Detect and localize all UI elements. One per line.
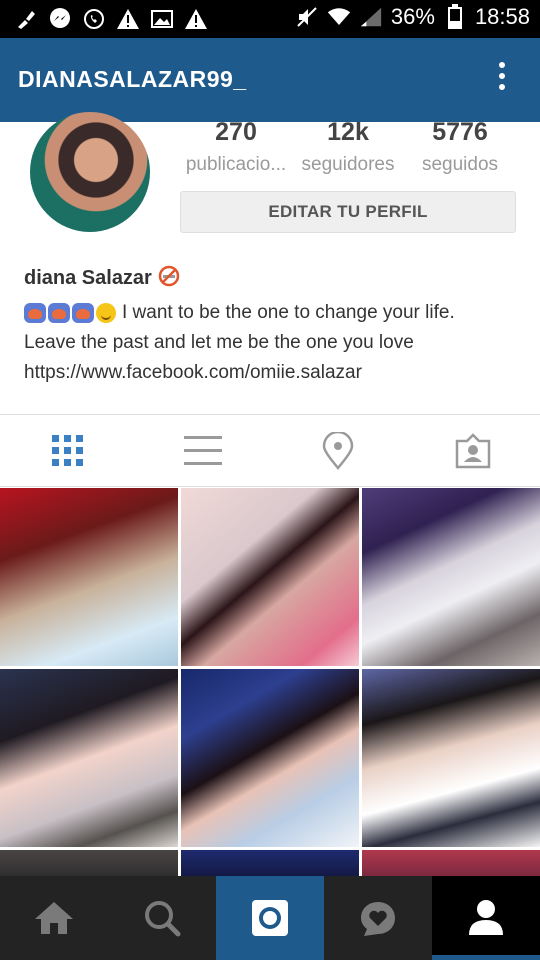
activity-icon [361,902,395,936]
profile-icon [469,900,503,935]
battery-icon [443,4,467,29]
overflow-menu-icon[interactable] [494,62,510,98]
photo-thumbnail[interactable] [181,488,359,666]
app-bar: DIANASALAZAR99_ [0,38,540,122]
tab-grid[interactable] [0,415,135,486]
bio-line-2: Leave the past and let me be the one you… [24,332,414,353]
location-icon [322,431,353,470]
profile-stats: 270 publicacio... 12k seguidores 5776 se… [180,116,516,182]
messenger-icon [48,7,72,31]
tab-list[interactable] [135,415,270,486]
photo-thumbnail[interactable] [362,669,540,847]
nav-profile[interactable] [432,876,540,960]
profile-bio: I want to be the one to change your life… [24,298,524,388]
bottom-nav [0,876,540,960]
bio-line-1: I want to be the one to change your life… [122,302,455,323]
nav-activity[interactable] [324,876,432,960]
warning-icon [116,7,140,31]
stat-followers[interactable]: 12k seguidores [292,116,404,182]
emoji-group [24,302,116,323]
grid-icon [51,434,83,466]
monster-emoji-icon [48,302,70,323]
monster-emoji-icon [24,302,46,323]
photo-thumbnail[interactable] [181,850,359,876]
no-smoking-emoji-icon [158,265,180,292]
brush-icon [14,7,38,31]
home-icon [35,902,73,934]
bio-link[interactable]: https://www.facebook.com/omiie.salazar [24,358,524,388]
photo-thumbnail[interactable] [0,669,178,847]
profile-name-row: diana Salazar [24,265,180,292]
whatsapp-icon [82,7,106,31]
mute-icon [295,5,319,29]
tab-location[interactable] [270,415,405,486]
notification-icons [14,7,208,31]
photo-thumbnail[interactable] [0,850,178,876]
username-title: DIANASALAZAR99_ [18,66,247,92]
stat-following[interactable]: 5776 seguidos [404,116,516,182]
signal-icon [359,5,383,29]
wifi-icon [327,5,351,29]
stat-value: 270 [215,118,257,146]
photo-thumbnail[interactable] [362,850,540,876]
nav-camera[interactable] [216,876,324,960]
stat-label: seguidores [301,154,395,175]
profile-name: diana Salazar [24,267,152,289]
stat-value: 5776 [432,118,488,146]
profile-view-tabs [0,415,540,487]
smile-emoji-icon [96,302,116,323]
status-bar: 36% 18:58 [0,0,540,38]
nav-search[interactable] [108,876,216,960]
stat-label: seguidos [421,154,499,175]
clock: 18:58 [474,4,530,29]
photo-thumbnail[interactable] [362,488,540,666]
list-icon [183,435,222,465]
stat-value: 12k [327,118,369,146]
system-status: 36% 18:58 [295,4,530,30]
image-icon [150,7,174,31]
monster-emoji-icon [72,302,94,323]
camera-icon [252,900,288,936]
warning-icon [184,7,208,31]
edit-profile-button[interactable]: EDITAR TU PERFIL [180,191,516,233]
photo-thumbnail[interactable] [0,488,178,666]
stat-label: publicacio... [185,154,287,175]
battery-percent: 36% [390,4,435,29]
nav-home[interactable] [0,876,108,960]
photo-grid [0,488,540,876]
photo-thumbnail[interactable] [181,669,359,847]
tab-tagged[interactable] [405,415,540,486]
search-icon [145,901,181,937]
tagged-icon [455,432,490,468]
stat-posts[interactable]: 270 publicacio... [180,116,292,182]
avatar[interactable] [30,112,150,232]
